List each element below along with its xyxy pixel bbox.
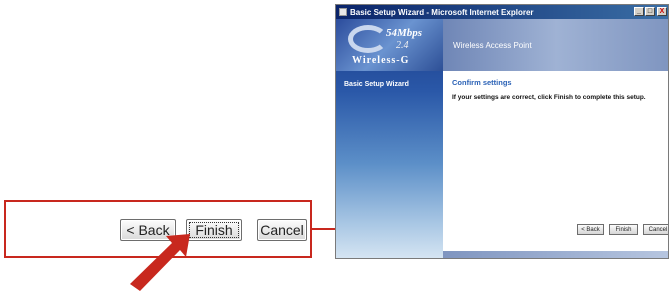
wizard-content: Confirm settings If your settings are co…	[443, 71, 668, 258]
section-title: Confirm settings	[452, 78, 512, 87]
browser-window: Basic Setup Wizard - Microsoft Internet …	[335, 4, 669, 259]
header-title: Wireless Access Point	[453, 41, 532, 50]
logo-name: Wireless-G	[352, 55, 410, 66]
instructions-text: If your settings are correct, click Fini…	[452, 94, 646, 101]
logo-speed: 54Mbps	[386, 27, 423, 39]
page-header: Wireless Access Point	[443, 19, 668, 71]
cancel-button[interactable]: Cancel	[643, 224, 668, 235]
finish-button[interactable]: Finish	[609, 224, 638, 235]
window-title: Basic Setup Wizard - Microsoft Internet …	[350, 7, 534, 17]
wireless-g-logo: 54Mbps 2.4 Wireless-G	[336, 19, 443, 71]
ie-window-icon	[339, 8, 347, 16]
zoomed-cancel-button[interactable]: Cancel	[257, 219, 307, 241]
arrow-pointer-icon	[130, 234, 190, 291]
window-titlebar: Basic Setup Wizard - Microsoft Internet …	[336, 5, 668, 19]
wizard-sidebar: 54Mbps 2.4 Wireless-G Basic Setup Wizard	[336, 19, 443, 258]
minimize-icon[interactable]: _	[634, 7, 644, 16]
maximize-icon[interactable]: □	[645, 7, 655, 16]
logo-swoosh-icon	[348, 25, 388, 53]
footer-bar	[443, 251, 668, 258]
sidebar-item-basic-setup-wizard[interactable]: Basic Setup Wizard	[344, 81, 409, 88]
logo-band: 2.4	[396, 40, 409, 51]
back-button[interactable]: < Back	[577, 224, 604, 235]
close-icon[interactable]: X	[657, 7, 667, 16]
